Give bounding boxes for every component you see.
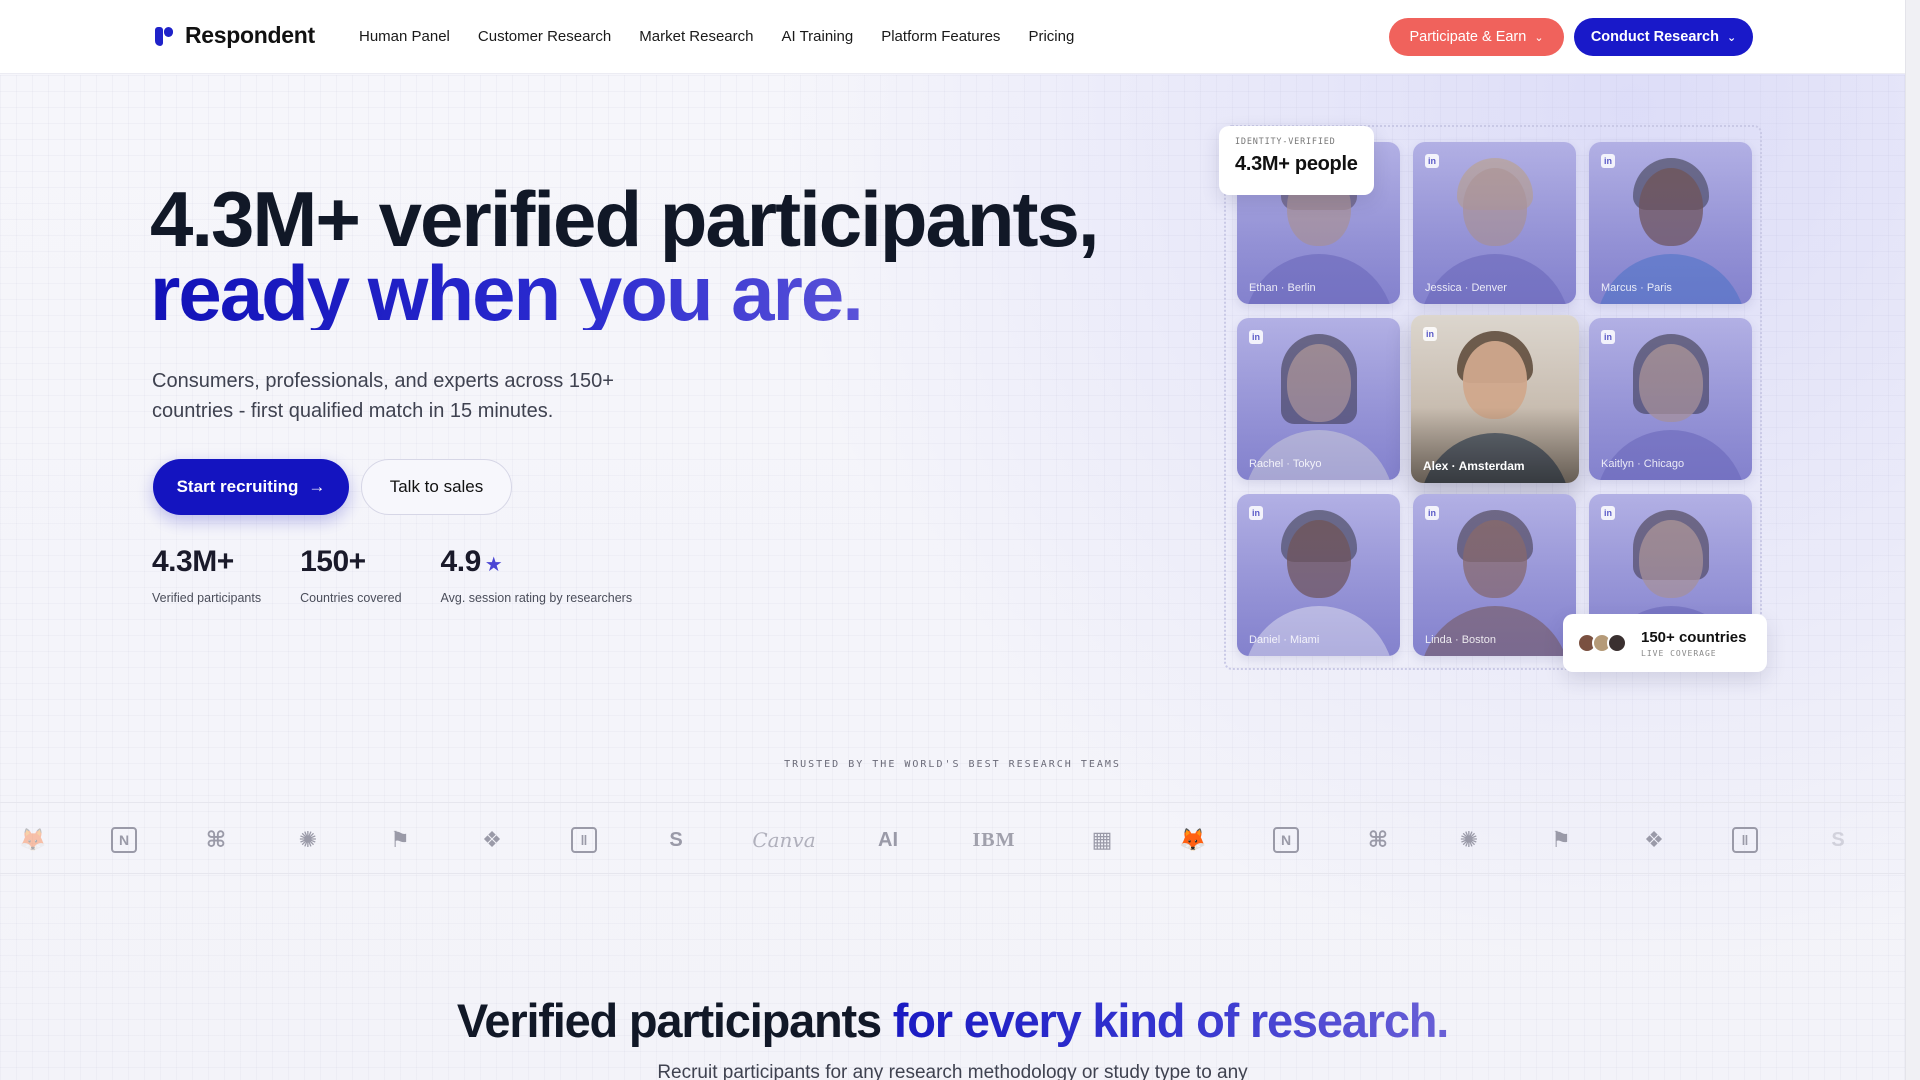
linkedin-icon: in bbox=[1601, 154, 1615, 168]
ibm-logo: IBM bbox=[972, 828, 1016, 851]
participant-card: in Linda · Boston bbox=[1413, 494, 1576, 656]
countries-badge: 150+ countries LIVE COVERAGE bbox=[1563, 614, 1767, 672]
stat-label: Avg. session rating by researchers bbox=[440, 591, 633, 605]
miro-icon: ⚑ bbox=[1551, 827, 1571, 852]
dropbox-icon: ❖ bbox=[482, 827, 502, 852]
hero-title: 4.3M+ verified participants, ready when … bbox=[150, 180, 1110, 332]
scrollbar[interactable] bbox=[1905, 0, 1920, 1080]
notion-icon: N bbox=[110, 827, 138, 853]
badge-kicker: IDENTITY-VERIFIED bbox=[1235, 137, 1336, 147]
intercom-icon: ‖ bbox=[570, 827, 598, 853]
linkedin-icon: in bbox=[1601, 330, 1615, 344]
participant-card: in Jessica · Denver bbox=[1413, 142, 1576, 304]
anthropic-logo: AI bbox=[878, 828, 898, 851]
section-title: Verified participants for every kind of … bbox=[0, 993, 1905, 1048]
section-title-plain: Verified participants bbox=[456, 994, 882, 1047]
respondent-logo-icon bbox=[153, 24, 177, 48]
chevron-down-icon: ⌄ bbox=[1726, 31, 1737, 44]
hero-title-line2: ready when you are. bbox=[150, 254, 1110, 332]
canva-logo: Canva bbox=[752, 828, 816, 852]
participant-card: in Rachel · Tokyo bbox=[1237, 318, 1400, 480]
participant-card: in Daniel · Miami bbox=[1237, 494, 1400, 656]
chevron-down-icon: ⌄ bbox=[1534, 31, 1544, 44]
gitlab-icon: 🦊 bbox=[19, 827, 47, 852]
participant-caption: Alex · Amsterdam bbox=[1423, 459, 1525, 473]
linkedin-icon: in bbox=[1425, 506, 1439, 520]
notion-icon: N bbox=[1272, 827, 1300, 853]
nav-market-research[interactable]: Market Research bbox=[639, 28, 753, 45]
nav-pricing[interactable]: Pricing bbox=[1028, 28, 1074, 45]
identity-verified-badge: IDENTITY-VERIFIED 4.3M+ people bbox=[1219, 126, 1374, 195]
stat-participants: 4.3M+ Verified participants bbox=[152, 545, 261, 605]
microsoft-icon: ▦ bbox=[1091, 827, 1113, 852]
section-subtitle: Recruit participants for any research me… bbox=[657, 1062, 1248, 1080]
talk-to-sales-label: Talk to sales bbox=[389, 477, 484, 496]
linkedin-icon: in bbox=[1249, 506, 1263, 520]
participate-earn-label: Participate & Earn bbox=[1409, 29, 1527, 45]
star-icon: ★ bbox=[484, 554, 503, 576]
participant-caption: Daniel · Miami bbox=[1249, 634, 1320, 646]
brand-logo[interactable]: Respondent bbox=[153, 22, 315, 49]
linkedin-icon: in bbox=[1425, 154, 1439, 168]
dropbox-icon: ❖ bbox=[1644, 827, 1664, 852]
customer-logo-strip: 🦊 N ⌘ ✺ ⚑ ❖ ‖ S Canva AI IBM ▦ 🦊 N ⌘ ✺ ⚑… bbox=[0, 802, 1905, 874]
figma-icon: ⌘ bbox=[1367, 827, 1389, 852]
participant-card: in Kaitlyn · Chicago bbox=[1589, 318, 1752, 480]
avatar bbox=[1607, 633, 1627, 653]
stat-label: Verified participants bbox=[152, 591, 262, 605]
nav-ai-training[interactable]: AI Training bbox=[782, 28, 854, 45]
site-header: Respondent Human Panel Customer Research… bbox=[0, 0, 1905, 74]
talk-to-sales-button[interactable]: Talk to sales bbox=[361, 459, 512, 515]
linkedin-icon: in bbox=[1601, 506, 1615, 520]
live-coverage-label: LIVE COVERAGE bbox=[1641, 648, 1717, 658]
nav-platform-features[interactable]: Platform Features bbox=[881, 28, 1000, 45]
participant-caption: Linda · Boston bbox=[1425, 634, 1496, 646]
participant-card: in Marcus · Paris bbox=[1589, 142, 1752, 304]
anthropic-claude-icon: ✺ bbox=[1459, 827, 1479, 852]
stripe-icon: S bbox=[1831, 828, 1845, 851]
linkedin-icon: in bbox=[1249, 330, 1263, 344]
conduct-research-button[interactable]: Conduct Research ⌄ bbox=[1574, 18, 1753, 56]
countries-count: 150+ countries bbox=[1641, 628, 1747, 646]
linkedin-icon: in bbox=[1423, 327, 1437, 341]
participant-card-featured: in Alex · Amsterdam bbox=[1411, 315, 1579, 483]
gitlab-icon: 🦊 bbox=[1179, 827, 1207, 852]
stat-value: 4.9 ★ bbox=[440, 545, 503, 578]
miro-icon: ⚑ bbox=[390, 827, 410, 852]
start-recruiting-button[interactable]: Start recruiting → bbox=[153, 459, 349, 515]
stripe-icon: S bbox=[669, 828, 683, 851]
start-recruiting-label: Start recruiting bbox=[176, 477, 299, 496]
stat-label: Countries covered bbox=[300, 591, 402, 605]
participant-caption: Rachel · Tokyo bbox=[1249, 458, 1322, 470]
stat-countries: 150+ Countries covered bbox=[300, 545, 401, 605]
section-title-accent: for every kind of research. bbox=[892, 994, 1450, 1047]
stat-rating: 4.9 ★ Avg. session rating by researchers bbox=[441, 545, 633, 605]
conduct-research-label: Conduct Research bbox=[1590, 29, 1719, 45]
hero-subtitle: Consumers, professionals, and experts ac… bbox=[152, 370, 614, 422]
participate-earn-button[interactable]: Participate & Earn ⌄ bbox=[1389, 18, 1564, 56]
stat-value: 150+ bbox=[300, 545, 366, 578]
anthropic-claude-icon: ✺ bbox=[298, 827, 318, 852]
nav-human-panel[interactable]: Human Panel bbox=[359, 28, 450, 45]
stat-value: 4.3M+ bbox=[152, 545, 234, 578]
participant-caption: Jessica · Denver bbox=[1425, 282, 1507, 294]
intercom-icon: ‖ bbox=[1731, 827, 1759, 853]
participant-caption: Kaitlyn · Chicago bbox=[1601, 458, 1685, 470]
badge-count: 4.3M+ people bbox=[1235, 153, 1358, 175]
avatar-stack bbox=[1577, 633, 1627, 653]
nav-customer-research[interactable]: Customer Research bbox=[478, 28, 611, 45]
main-nav: Human Panel Customer Research Market Res… bbox=[359, 28, 1074, 45]
participant-caption: Marcus · Paris bbox=[1601, 282, 1672, 294]
figma-icon: ⌘ bbox=[205, 827, 227, 852]
brand-name: Respondent bbox=[185, 22, 315, 48]
hero-stats: 4.3M+ Verified participants 150+ Countri… bbox=[152, 545, 632, 605]
participant-caption: Ethan · Berlin bbox=[1249, 282, 1316, 294]
arrow-right-icon: → bbox=[308, 477, 326, 496]
trusted-by-label: TRUSTED BY THE WORLD'S BEST RESEARCH TEA… bbox=[784, 759, 1121, 770]
